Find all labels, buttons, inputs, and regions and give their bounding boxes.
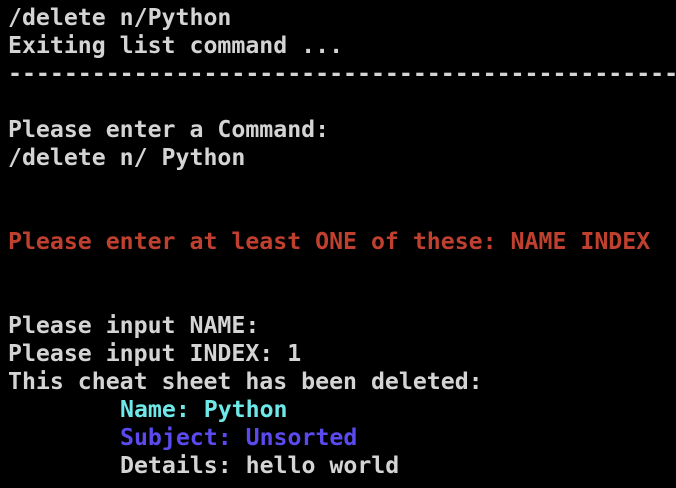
command-input[interactable]: /delete n/ Python — [8, 144, 676, 172]
deleted-details: Details: hello world — [120, 452, 400, 479]
terminal-output: /delete n/Python Exiting list command ...… — [0, 0, 676, 480]
deleted-name: Name: Python — [120, 396, 288, 423]
name-prompt: Please input NAME: — [8, 312, 260, 339]
exit-message: Exiting list command ... — [8, 32, 344, 59]
command-prompt: Please enter a Command: — [8, 116, 330, 143]
deleted-message: This cheat sheet has been deleted: — [8, 368, 483, 395]
deleted-subject: Subject: Unsorted — [120, 424, 358, 451]
error-message: Please enter at least ONE of these: NAME… — [8, 228, 651, 255]
separator-line: ----------------------------------------… — [8, 60, 676, 87]
command-echo: /delete n/Python — [8, 4, 232, 31]
index-prompt: Please input INDEX: 1 — [8, 340, 302, 367]
